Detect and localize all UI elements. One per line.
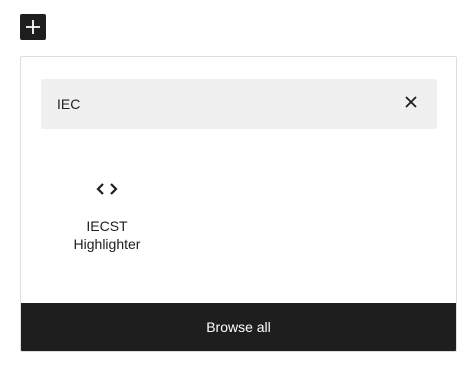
plus-icon <box>24 18 42 36</box>
block-inserter-panel: IECST Highlighter Browse all <box>20 56 457 352</box>
close-icon <box>404 95 418 114</box>
block-title: IECST Highlighter <box>73 218 141 252</box>
block-result-iecst-highlighter[interactable]: IECST Highlighter <box>55 167 159 271</box>
browse-all-button[interactable]: Browse all <box>21 303 456 351</box>
code-brackets-icon <box>95 177 119 201</box>
clear-search-button[interactable] <box>399 92 423 116</box>
block-search <box>41 79 437 129</box>
block-search-input[interactable] <box>41 79 381 129</box>
add-block-toggle-button[interactable] <box>20 14 46 40</box>
